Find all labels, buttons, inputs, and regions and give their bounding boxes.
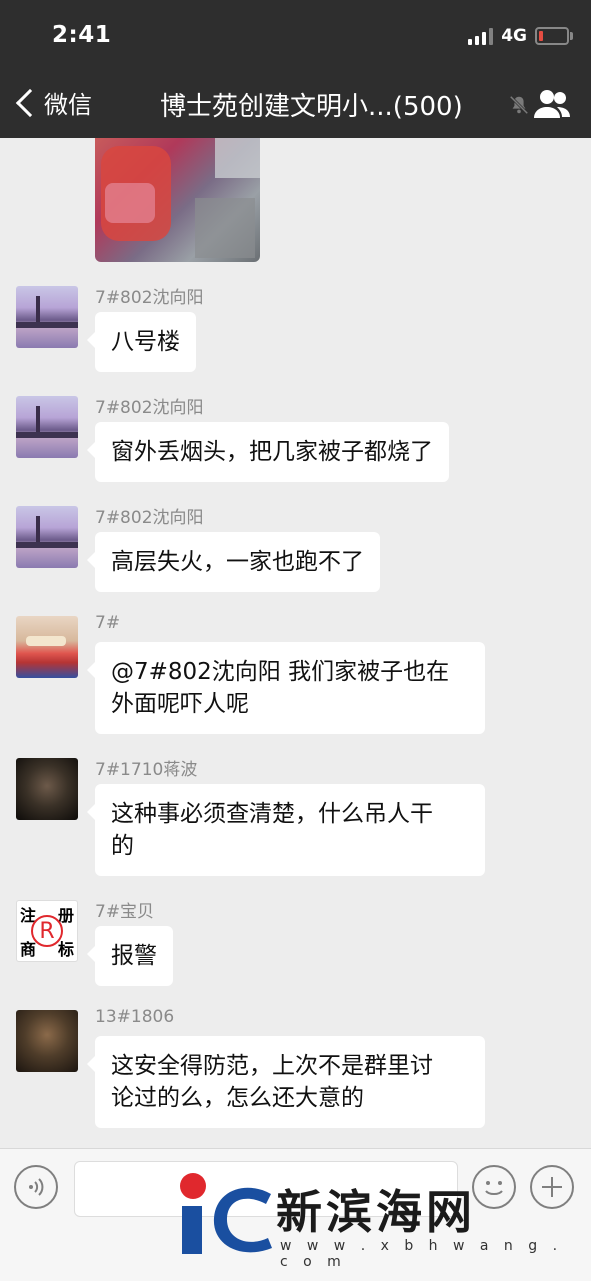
message-text-line: 这种事必须查清楚，什么吊人干 bbox=[111, 801, 433, 827]
avatar[interactable] bbox=[16, 396, 78, 458]
sender-name: 13#1806 bbox=[95, 1007, 175, 1027]
signal-icon bbox=[468, 27, 494, 45]
group-members-icon[interactable] bbox=[533, 88, 571, 120]
status-time: 2:41 bbox=[52, 22, 112, 48]
mute-bell-icon bbox=[509, 95, 529, 115]
message-bubble[interactable]: 窗外丢烟头，把几家被子都烧了 bbox=[87, 422, 449, 482]
chat-title: 博士苑创建文明小...(500) bbox=[160, 92, 463, 122]
back-button[interactable]: 微信 bbox=[14, 85, 92, 120]
message-text-line: 这安全得防范，上次不是群里讨 bbox=[111, 1053, 433, 1079]
battery-icon bbox=[535, 27, 573, 45]
sender-name: 7#802沈向阳 bbox=[95, 398, 204, 418]
message-text-line: 外面呢吓人呢 bbox=[111, 691, 249, 717]
message-input[interactable] bbox=[74, 1161, 458, 1217]
sender-name: 7#802沈向阳 bbox=[95, 508, 204, 528]
plus-icon bbox=[542, 1177, 562, 1197]
avatar-char: 标 bbox=[57, 940, 74, 959]
message-bubble[interactable]: 高层失火，一家也跑不了 bbox=[87, 532, 380, 592]
message-bubble[interactable]: 这安全得防范，上次不是群里讨 论过的么，怎么还大意的 bbox=[87, 1036, 485, 1128]
chat-header: 2:41 4G 微信 博士苑创建文明小...(500) bbox=[0, 0, 591, 138]
sender-name: 7#1710蒋波 bbox=[95, 760, 198, 780]
battery-level bbox=[539, 31, 543, 41]
smiley-icon bbox=[485, 1181, 503, 1195]
network-type: 4G bbox=[501, 26, 527, 46]
message-text-line: 的 bbox=[111, 833, 134, 859]
message-bubble[interactable]: @7#802沈向阳 我们家被子也在 外面呢吓人呢 bbox=[87, 642, 485, 734]
message-bubble[interactable]: 八号楼 bbox=[87, 312, 196, 372]
message-text-line: 论过的么，怎么还大意的 bbox=[111, 1085, 364, 1111]
avatar[interactable] bbox=[16, 1010, 78, 1072]
chevron-left-icon bbox=[15, 88, 45, 117]
input-bar bbox=[0, 1148, 591, 1281]
status-indicators: 4G bbox=[468, 24, 573, 48]
more-actions-button[interactable] bbox=[530, 1165, 574, 1209]
emoji-button[interactable] bbox=[472, 1165, 516, 1209]
avatar-char: 商 bbox=[20, 940, 37, 959]
avatar[interactable] bbox=[16, 758, 78, 820]
message-bubble[interactable]: 这种事必须查清楚，什么吊人干 的 bbox=[87, 784, 485, 876]
avatar[interactable]: 注 册 R 商 标 bbox=[16, 900, 78, 962]
avatar[interactable] bbox=[16, 506, 78, 568]
voice-input-button[interactable] bbox=[14, 1165, 58, 1209]
message-text-line: @7#802沈向阳 我们家被子也在 bbox=[111, 659, 450, 685]
sender-name: 7#宝贝 bbox=[95, 902, 155, 922]
avatar[interactable] bbox=[16, 616, 78, 678]
sender-name: 7# bbox=[95, 613, 121, 633]
message-bubble[interactable]: 报警 bbox=[87, 926, 173, 986]
back-label: 微信 bbox=[44, 91, 92, 119]
sender-name: 7#802沈向阳 bbox=[95, 288, 204, 308]
avatar[interactable] bbox=[16, 286, 78, 348]
voice-icon bbox=[29, 1178, 44, 1196]
message-list[interactable]: 7#802沈向阳 八号楼 7#802沈向阳 窗外丢烟头，把几家被子都烧了 7#8… bbox=[0, 138, 591, 1148]
image-message[interactable] bbox=[95, 138, 260, 262]
